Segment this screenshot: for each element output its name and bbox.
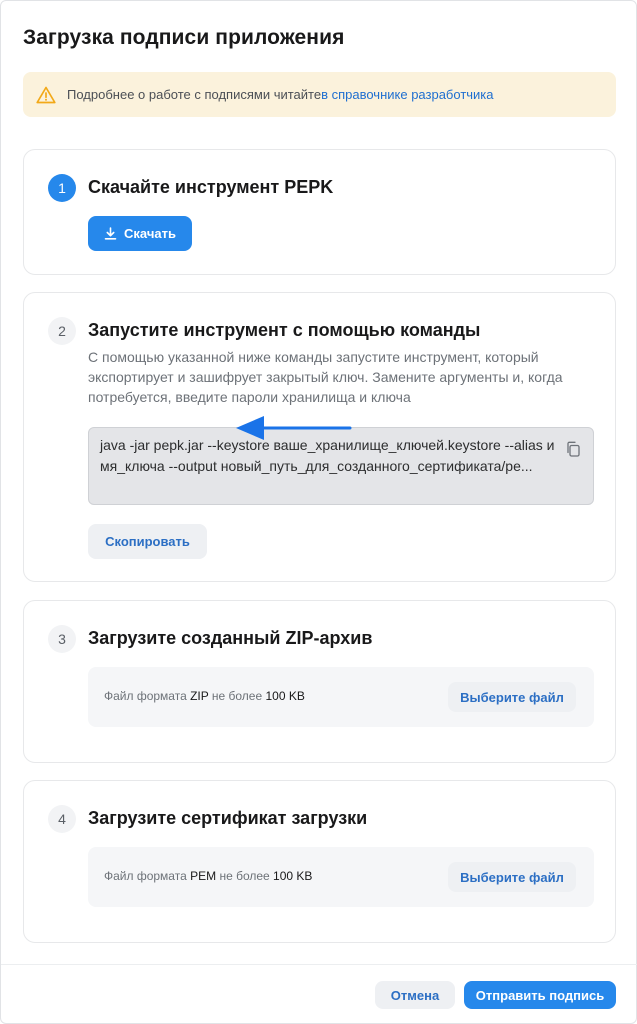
developer-guide-link[interactable]: в справочнике разработчика xyxy=(321,87,493,102)
step-1-card: 1 Скачайте инструмент PEPK Скачать xyxy=(23,149,616,275)
step-2-description: С помощью указанной ниже команды запусти… xyxy=(88,349,563,405)
step-3-title: Загрузите созданный ZIP-архив xyxy=(88,628,373,648)
choose-zip-file-button[interactable]: Выберите файл xyxy=(448,682,576,712)
step-2-card: 2 Запустите инструмент с помощью команды… xyxy=(23,292,616,582)
signature-upload-dialog: Загрузка подписи приложения Подробнее о … xyxy=(0,0,637,1024)
copy-command-button[interactable]: Скопировать xyxy=(88,524,207,559)
file-format-value: PEM xyxy=(190,869,217,883)
file-size-label: не более xyxy=(216,869,274,883)
file-format-value: ZIP xyxy=(190,689,209,703)
step-4-title: Загрузите сертификат загрузки xyxy=(88,808,368,828)
pem-file-requirements: Файл формата PEM не более 100 KB xyxy=(104,869,312,883)
step-3-card: 3 Загрузите созданный ZIP-архив Файл фор… xyxy=(23,600,616,763)
file-size-value: 100 KB xyxy=(265,689,305,703)
copy-icon[interactable] xyxy=(565,441,581,457)
warning-triangle-icon xyxy=(35,84,57,106)
step-4-number: 4 xyxy=(48,805,76,833)
submit-signature-button[interactable]: Отправить подпись xyxy=(464,981,616,1009)
notice-text: Подробнее о работе с подписями читайте xyxy=(67,87,322,102)
arrow-left-icon xyxy=(236,416,352,440)
step-1-number: 1 xyxy=(48,174,76,202)
step-2-title: Запустите инструмент с помощью команды xyxy=(88,320,481,340)
file-format-label: Файл формата xyxy=(104,869,191,883)
download-icon xyxy=(104,227,117,240)
zip-file-requirements: Файл формата ZIP не более 100 KB xyxy=(104,689,305,703)
step-2-number: 2 xyxy=(48,317,76,345)
footer-divider xyxy=(1,964,637,965)
step-4-card: 4 Загрузите сертификат загрузки Файл фор… xyxy=(23,780,616,943)
download-button-label: Скачать xyxy=(124,226,176,241)
download-button[interactable]: Скачать xyxy=(88,216,192,251)
cancel-button[interactable]: Отмена xyxy=(375,981,455,1009)
choose-pem-file-button[interactable]: Выберите файл xyxy=(448,862,576,892)
info-notice: Подробнее о работе с подписями читайте в… xyxy=(23,72,616,117)
file-format-label: Файл формата xyxy=(104,689,191,703)
file-size-value: 100 KB xyxy=(273,869,313,883)
dialog-title: Загрузка подписи приложения xyxy=(23,26,345,49)
pem-file-dropzone[interactable]: Файл формата PEM не более 100 KB Выберит… xyxy=(88,847,594,907)
file-size-label: не более xyxy=(208,689,266,703)
step-3-number: 3 xyxy=(48,625,76,653)
zip-file-dropzone[interactable]: Файл формата ZIP не более 100 KB Выберит… xyxy=(88,667,594,727)
step-1-title: Скачайте инструмент PEPK xyxy=(88,177,334,197)
